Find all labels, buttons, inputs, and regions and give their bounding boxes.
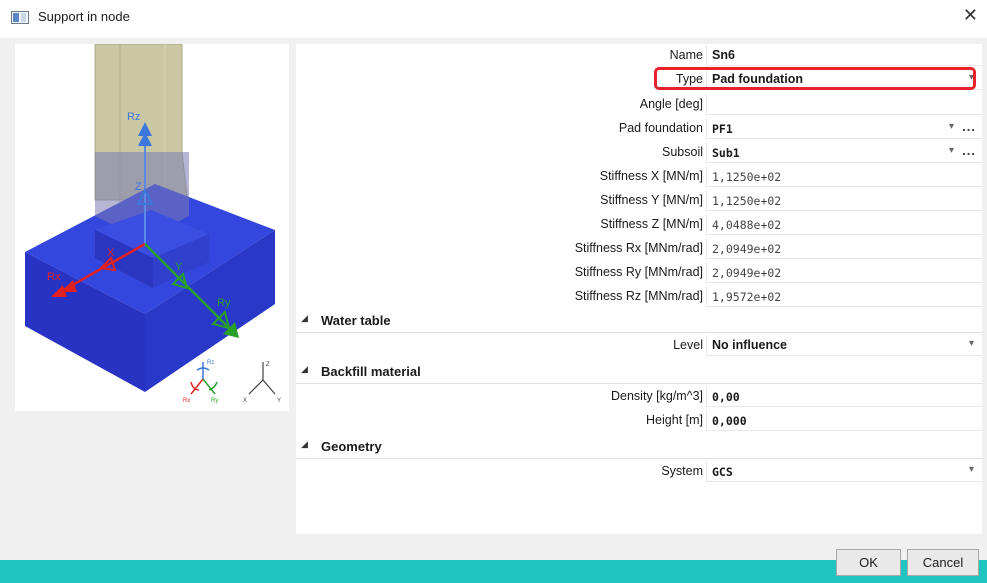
pad-foundation-label: Pad foundation xyxy=(618,121,703,135)
support-preview: Rz Z Rx X Y Ry Rz Rx Ry Z X Y xyxy=(15,43,289,411)
cancel-button[interactable]: Cancel xyxy=(907,549,979,576)
geometry-title: Geometry xyxy=(321,439,382,454)
window-icon xyxy=(11,11,29,24)
svg-text:Rz: Rz xyxy=(207,360,214,366)
y-axis-label: Y xyxy=(175,261,183,273)
row-stiffness-rz: Stiffness Rz [MNm/rad] 1,9572e+02 xyxy=(296,286,982,307)
section-water-table[interactable]: ◢ Water table xyxy=(296,309,982,333)
stiffness-z-label: Stiffness Z [MN/m] xyxy=(600,217,703,231)
collapse-icon[interactable]: ◢ xyxy=(301,364,308,375)
angle-field[interactable] xyxy=(706,94,982,115)
stiffness-rx-label: Stiffness Rx [MNm/rad] xyxy=(574,241,703,255)
ellipsis-button[interactable]: ... xyxy=(962,119,976,134)
chevron-down-icon[interactable]: ▾ xyxy=(949,145,954,156)
angle-label: Angle [deg] xyxy=(639,97,703,111)
row-height: Height [m] 0,000 xyxy=(296,410,982,431)
stiffness-y-value: 1,1250e+02 xyxy=(706,190,982,211)
level-label: Level xyxy=(673,338,703,352)
stiffness-ry-label: Stiffness Ry [MNm/rad] xyxy=(574,265,703,279)
property-grid: Name Sn6 Type Pad foundation ▾ Angle [de… xyxy=(296,44,982,534)
row-subsoil: Subsoil Sub1 ▾ ... xyxy=(296,142,982,163)
svg-text:X: X xyxy=(243,398,247,404)
density-field[interactable]: 0,00 xyxy=(706,386,982,407)
height-field[interactable]: 0,000 xyxy=(706,410,982,431)
system-select[interactable]: GCS ▾ xyxy=(706,461,982,482)
stiffness-y-label: Stiffness Y [MN/m] xyxy=(600,193,703,207)
stiffness-ry-value: 2,0949e+02 xyxy=(706,262,982,283)
rz-axis-label: Rz xyxy=(127,111,140,123)
chevron-down-icon[interactable]: ▾ xyxy=(969,338,974,349)
svg-text:Ry: Ry xyxy=(211,398,218,404)
stiffness-x-value: 1,1250e+02 xyxy=(706,166,982,187)
stiffness-rz-label: Stiffness Rz [MNm/rad] xyxy=(574,289,703,303)
stiffness-rx-value: 2,0949e+02 xyxy=(706,238,982,259)
ry-axis-label: Ry xyxy=(217,297,231,309)
row-stiffness-rx: Stiffness Rx [MNm/rad] 2,0949e+02 xyxy=(296,238,982,259)
subsoil-label: Subsoil xyxy=(662,145,703,159)
close-icon[interactable]: ✕ xyxy=(963,5,978,26)
row-system: System GCS ▾ xyxy=(296,461,982,482)
level-select[interactable]: No influence ▾ xyxy=(706,335,982,356)
rx-axis-label: Rx xyxy=(47,271,61,283)
collapse-icon[interactable]: ◢ xyxy=(301,313,308,324)
subsoil-select[interactable]: Sub1 ▾ ... xyxy=(706,142,982,163)
collapse-icon[interactable]: ◢ xyxy=(301,439,308,450)
row-pad-foundation: Pad foundation PF1 ▾ ... xyxy=(296,118,982,139)
svg-text:Y: Y xyxy=(277,398,281,404)
ok-button[interactable]: OK xyxy=(836,549,901,576)
row-stiffness-ry: Stiffness Ry [MNm/rad] 2,0949e+02 xyxy=(296,262,982,283)
svg-text:Rx: Rx xyxy=(183,398,190,404)
pad-foundation-select[interactable]: PF1 ▾ ... xyxy=(706,118,982,139)
name-field[interactable]: Sn6 xyxy=(706,45,982,66)
x-axis-label: X xyxy=(107,247,115,259)
svg-text:Z: Z xyxy=(266,362,270,368)
row-name: Name Sn6 xyxy=(296,45,982,66)
section-backfill-material[interactable]: ◢ Backfill material xyxy=(296,360,982,384)
title-bar: Support in node ✕ xyxy=(0,0,987,38)
backfill-title: Backfill material xyxy=(321,364,421,379)
local-axes-triad: Rz Rx Ry xyxy=(183,360,218,404)
dialog-body: Rz Z Rx X Y Ry Rz Rx Ry Z X Y Name Sn6 T… xyxy=(0,38,987,583)
row-angle: Angle [deg] xyxy=(296,94,982,115)
stiffness-x-label: Stiffness X [MN/m] xyxy=(599,169,703,183)
row-stiffness-y: Stiffness Y [MN/m] 1,1250e+02 xyxy=(296,190,982,211)
section-geometry[interactable]: ◢ Geometry xyxy=(296,435,982,459)
chevron-down-icon[interactable]: ▾ xyxy=(969,464,974,475)
ellipsis-button[interactable]: ... xyxy=(962,143,976,158)
global-axes-triad: Z X Y xyxy=(243,362,281,404)
type-highlight-box xyxy=(654,67,976,90)
chevron-down-icon[interactable]: ▾ xyxy=(949,121,954,132)
density-label: Density [kg/m^3] xyxy=(610,389,703,403)
row-stiffness-z: Stiffness Z [MN/m] 4,0488e+02 xyxy=(296,214,982,235)
water-table-title: Water table xyxy=(321,313,391,328)
height-label: Height [m] xyxy=(646,413,703,427)
stiffness-rz-value: 1,9572e+02 xyxy=(706,286,982,307)
z-axis-label: Z xyxy=(135,181,142,193)
row-stiffness-x: Stiffness X [MN/m] 1,1250e+02 xyxy=(296,166,982,187)
name-label: Name xyxy=(669,48,703,62)
window-title: Support in node xyxy=(38,9,130,24)
stiffness-z-value: 4,0488e+02 xyxy=(706,214,982,235)
pad-foundation-illustration: Rz Z Rx X Y Ry Rz Rx Ry Z X Y xyxy=(25,43,281,404)
row-level: Level No influence ▾ xyxy=(296,335,982,356)
row-density: Density [kg/m^3] 0,00 xyxy=(296,386,982,407)
system-label: System xyxy=(661,464,703,478)
